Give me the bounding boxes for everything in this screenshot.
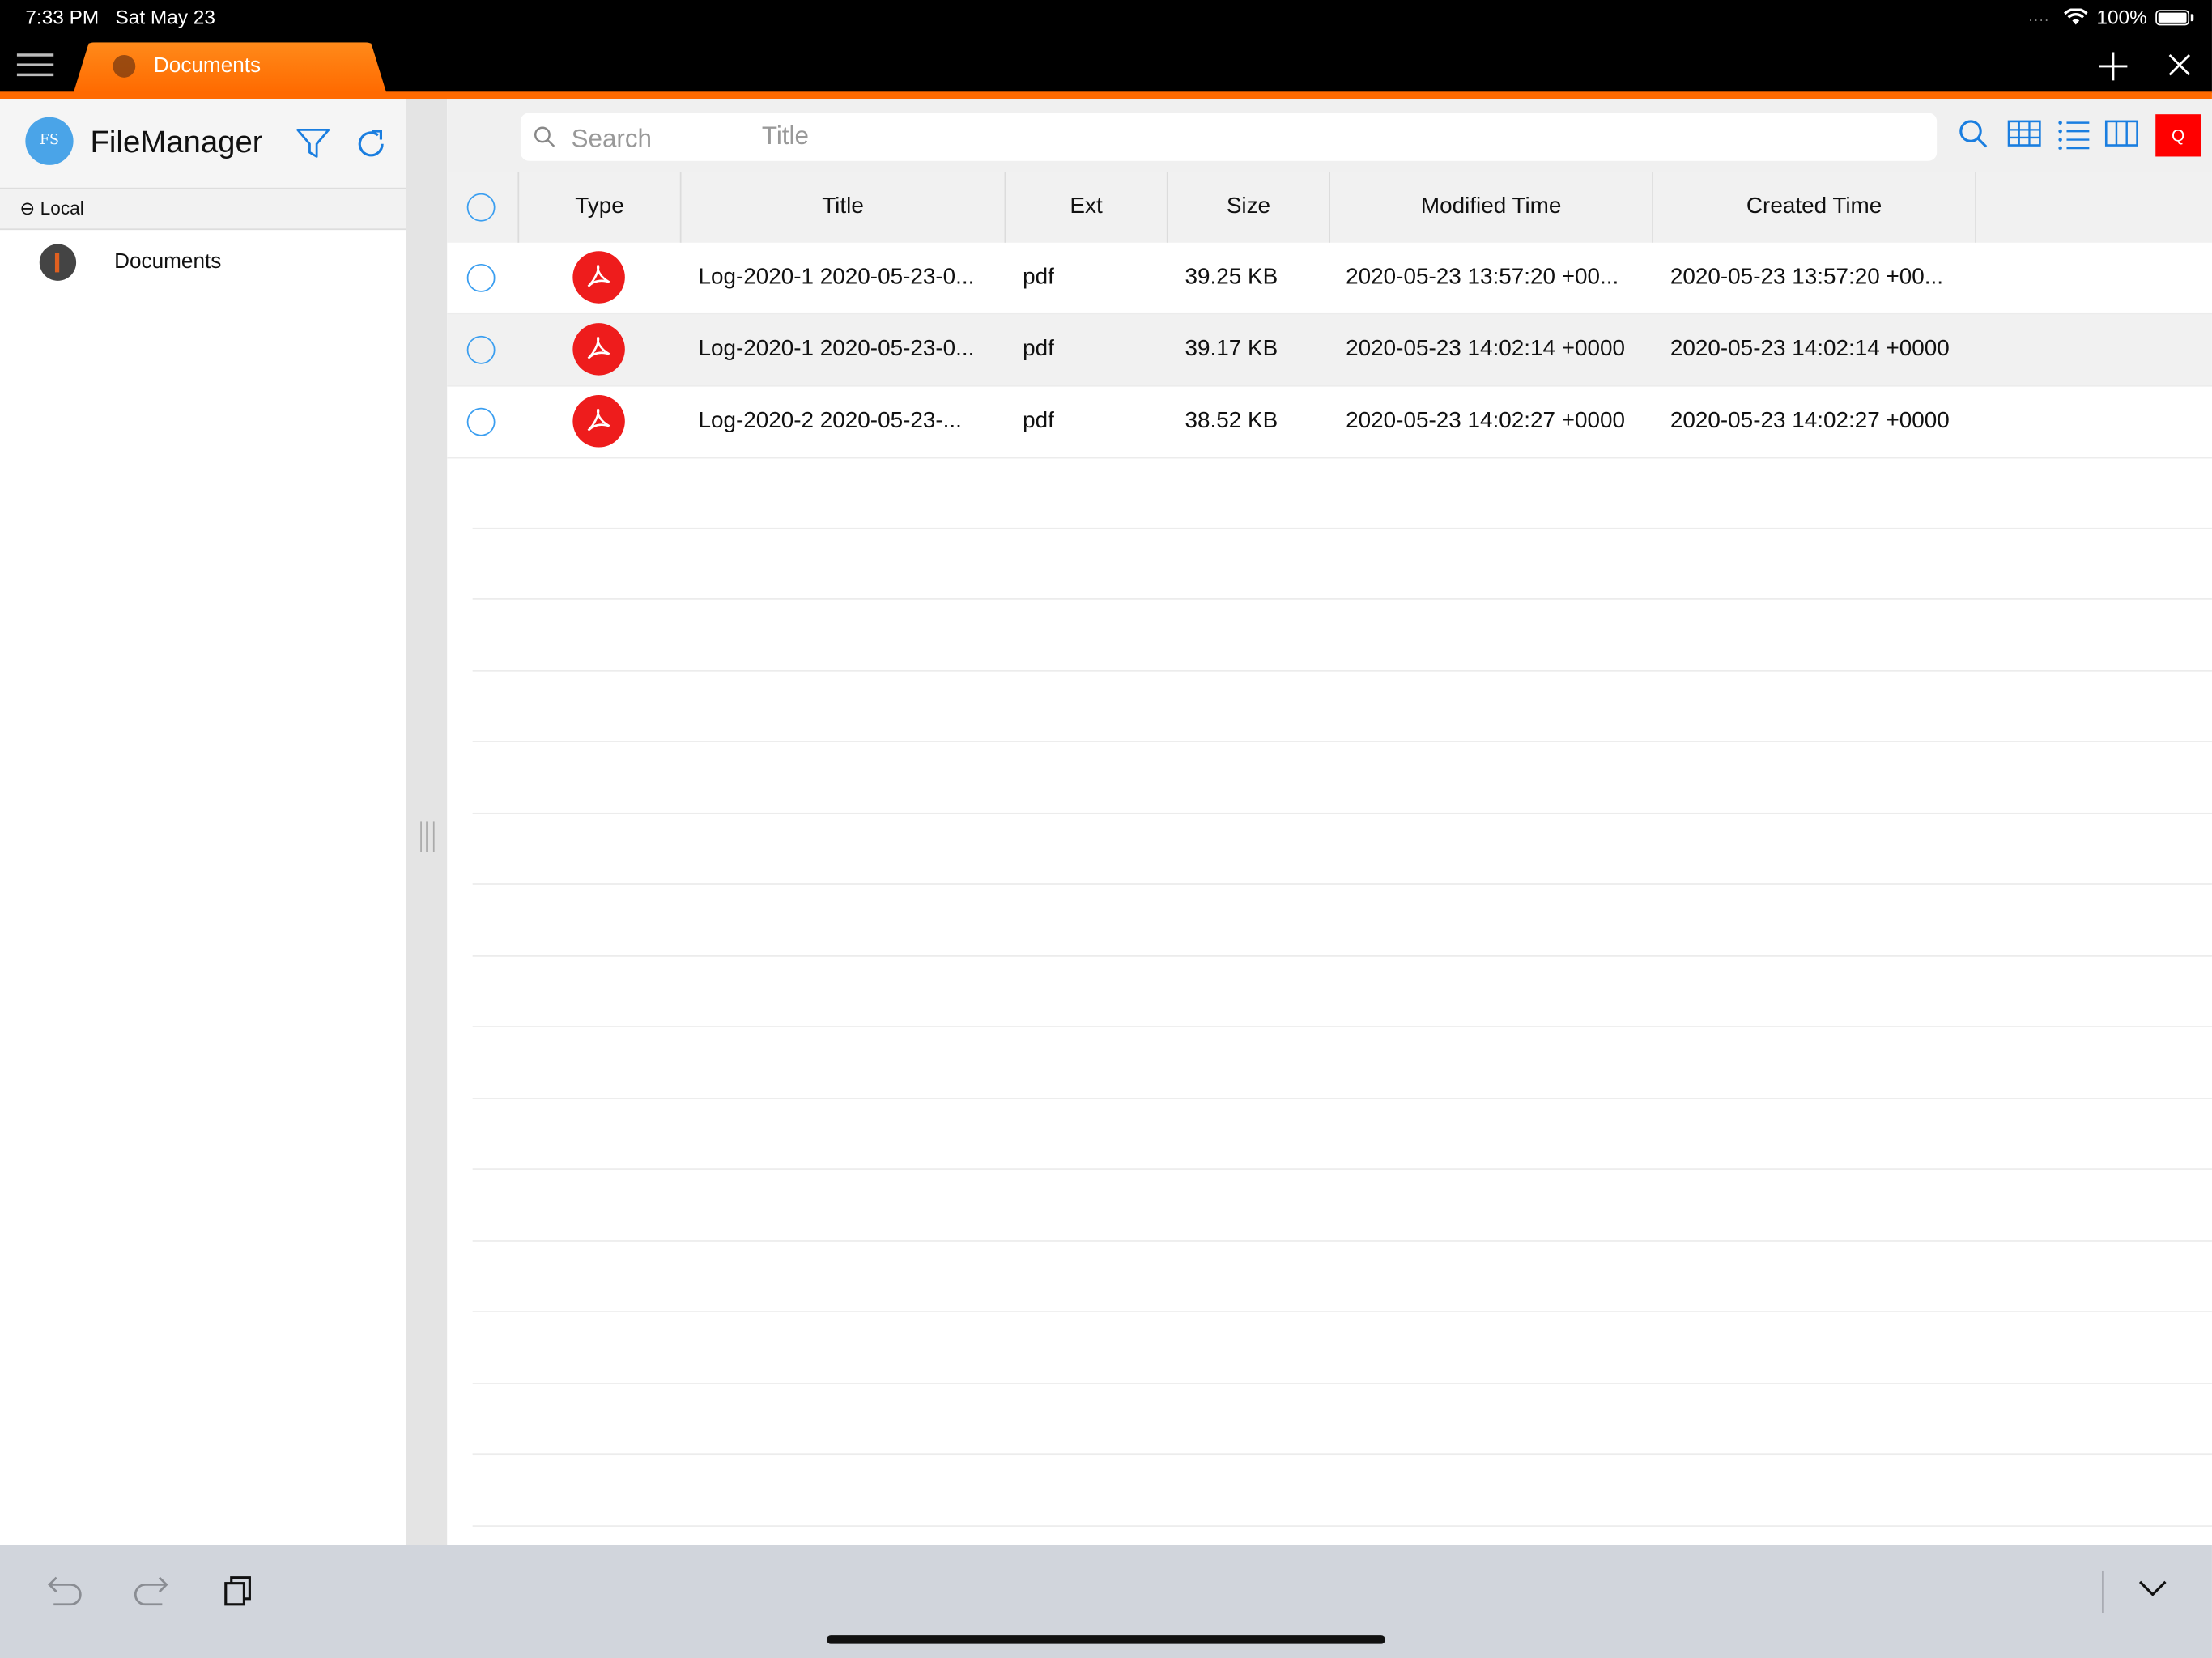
column-header-ext[interactable]: Ext [1006, 172, 1168, 243]
row-separator [472, 1453, 2212, 1456]
row-separator [472, 812, 2212, 814]
toolbar-separator [2102, 1570, 2104, 1613]
sidebar-item-label: Documents [114, 249, 222, 274]
table-row[interactable]: Log-2020-1 2020-05-23-0... pdf 39.17 KB … [447, 314, 2212, 387]
search-bar: Title Q [447, 99, 2212, 172]
row-separator [472, 527, 2212, 529]
row-separator [472, 741, 2212, 742]
tab-label: Documents [153, 53, 262, 78]
file-ext: pdf [1023, 265, 1054, 290]
file-modified: 2020-05-23 13:57:20 +00... [1346, 265, 1619, 290]
row-separator [472, 1311, 2212, 1312]
paste-icon[interactable] [222, 1573, 256, 1607]
table-header: Type Title Ext Size Modified Time Create… [447, 172, 2212, 243]
app-title: FileManager [90, 124, 263, 159]
split-divider[interactable] [406, 99, 448, 1545]
status-time: 7:33 PM Sat May 23 [25, 6, 215, 28]
red-action-button[interactable]: Q [2155, 114, 2201, 157]
sidebar-header: FS FileManager [0, 99, 406, 189]
pdf-file-icon [572, 323, 625, 376]
file-title: Log-2020-1 2020-05-23-0... [698, 337, 975, 362]
row-separator [472, 883, 2212, 885]
top-bar: 7:33 PM Sat May 23 .... 100% Documents [0, 0, 2212, 94]
file-modified: 2020-05-23 14:02:27 +0000 [1346, 409, 1626, 434]
plus-icon[interactable] [2098, 51, 2129, 82]
file-title: Log-2020-2 2020-05-23-... [698, 409, 962, 434]
status-indicators: .... 100% [2028, 5, 2194, 28]
file-created: 2020-05-23 14:02:27 +0000 [1670, 409, 1950, 434]
wifi-icon [2064, 8, 2088, 25]
select-all-checkbox[interactable] [466, 193, 496, 222]
refresh-icon[interactable] [353, 125, 389, 162]
search-icon[interactable] [1958, 118, 1989, 149]
file-ext: pdf [1023, 409, 1054, 434]
redo-icon[interactable] [131, 1573, 171, 1607]
columns-view-icon[interactable] [2104, 118, 2139, 149]
folder-disk-icon [113, 54, 136, 78]
home-indicator [826, 1635, 1385, 1644]
row-checkbox[interactable] [466, 263, 496, 292]
close-icon[interactable] [2165, 51, 2193, 79]
drag-handle-icon[interactable] [420, 821, 435, 852]
folder-disk-icon [39, 244, 77, 281]
column-header-created[interactable]: Created Time [1653, 172, 1976, 243]
status-date: Sat May 23 [115, 5, 215, 28]
select-all-cell [447, 172, 520, 243]
row-separator [472, 1525, 2212, 1527]
section-local[interactable]: ⊖ Local [0, 189, 406, 231]
search-box[interactable]: Title [520, 113, 1938, 161]
keyboard-shortcut-bar [0, 1545, 2212, 1658]
row-separator [472, 598, 2212, 600]
table-row[interactable]: Log-2020-2 2020-05-23-... pdf 38.52 KB 2… [447, 387, 2212, 459]
app-logo: FS [25, 117, 74, 165]
filter-icon[interactable] [295, 127, 331, 161]
file-list-panel: Title Q Type Title Ext Size Modified Tim… [447, 99, 2212, 1545]
tab-documents[interactable]: Documents [73, 42, 387, 94]
pdf-file-icon [572, 395, 625, 448]
sidebar: FS FileManager ⊖ Local Documents [0, 99, 406, 1545]
status-clock: 7:33 PM [25, 5, 100, 28]
column-header-title[interactable]: Title [682, 172, 1006, 243]
search-scope-label: Title [761, 121, 809, 150]
file-size: 39.25 KB [1185, 265, 1278, 290]
row-separator [472, 1383, 2212, 1384]
file-ext: pdf [1023, 337, 1054, 362]
search-icon [534, 126, 555, 147]
file-size: 38.52 KB [1185, 409, 1278, 434]
grid-view-icon[interactable] [2007, 118, 2041, 149]
battery-percent: 100% [2096, 5, 2147, 28]
chevron-down-icon[interactable] [2138, 1579, 2168, 1598]
row-separator [472, 955, 2212, 957]
row-separator [472, 1168, 2212, 1170]
tab-underline [0, 91, 2212, 100]
file-modified: 2020-05-23 14:02:14 +0000 [1346, 337, 1626, 362]
table-row[interactable]: Log-2020-1 2020-05-23-0... pdf 39.25 KB … [447, 243, 2212, 315]
row-separator [472, 1026, 2212, 1027]
sidebar-item-documents[interactable]: Documents [0, 230, 406, 295]
list-view-icon[interactable] [2057, 118, 2091, 150]
file-created: 2020-05-23 14:02:14 +0000 [1670, 337, 1950, 362]
pdf-file-icon [572, 251, 625, 304]
row-separator [472, 1098, 2212, 1099]
column-header-type[interactable]: Type [519, 172, 682, 243]
battery-icon [2155, 9, 2194, 25]
row-separator [472, 670, 2212, 672]
column-header-size[interactable]: Size [1168, 172, 1330, 243]
column-header-modified[interactable]: Modified Time [1330, 172, 1653, 243]
row-checkbox[interactable] [466, 407, 496, 436]
row-checkbox[interactable] [466, 335, 496, 364]
search-input[interactable] [568, 118, 1421, 159]
file-title: Log-2020-1 2020-05-23-0... [698, 265, 975, 290]
hamburger-menu-icon[interactable] [16, 53, 54, 79]
file-size: 39.17 KB [1185, 337, 1278, 362]
file-created: 2020-05-23 13:57:20 +00... [1670, 265, 1944, 290]
row-separator [472, 1240, 2212, 1242]
undo-icon[interactable] [45, 1573, 85, 1607]
signal-dots: .... [2028, 9, 2050, 25]
